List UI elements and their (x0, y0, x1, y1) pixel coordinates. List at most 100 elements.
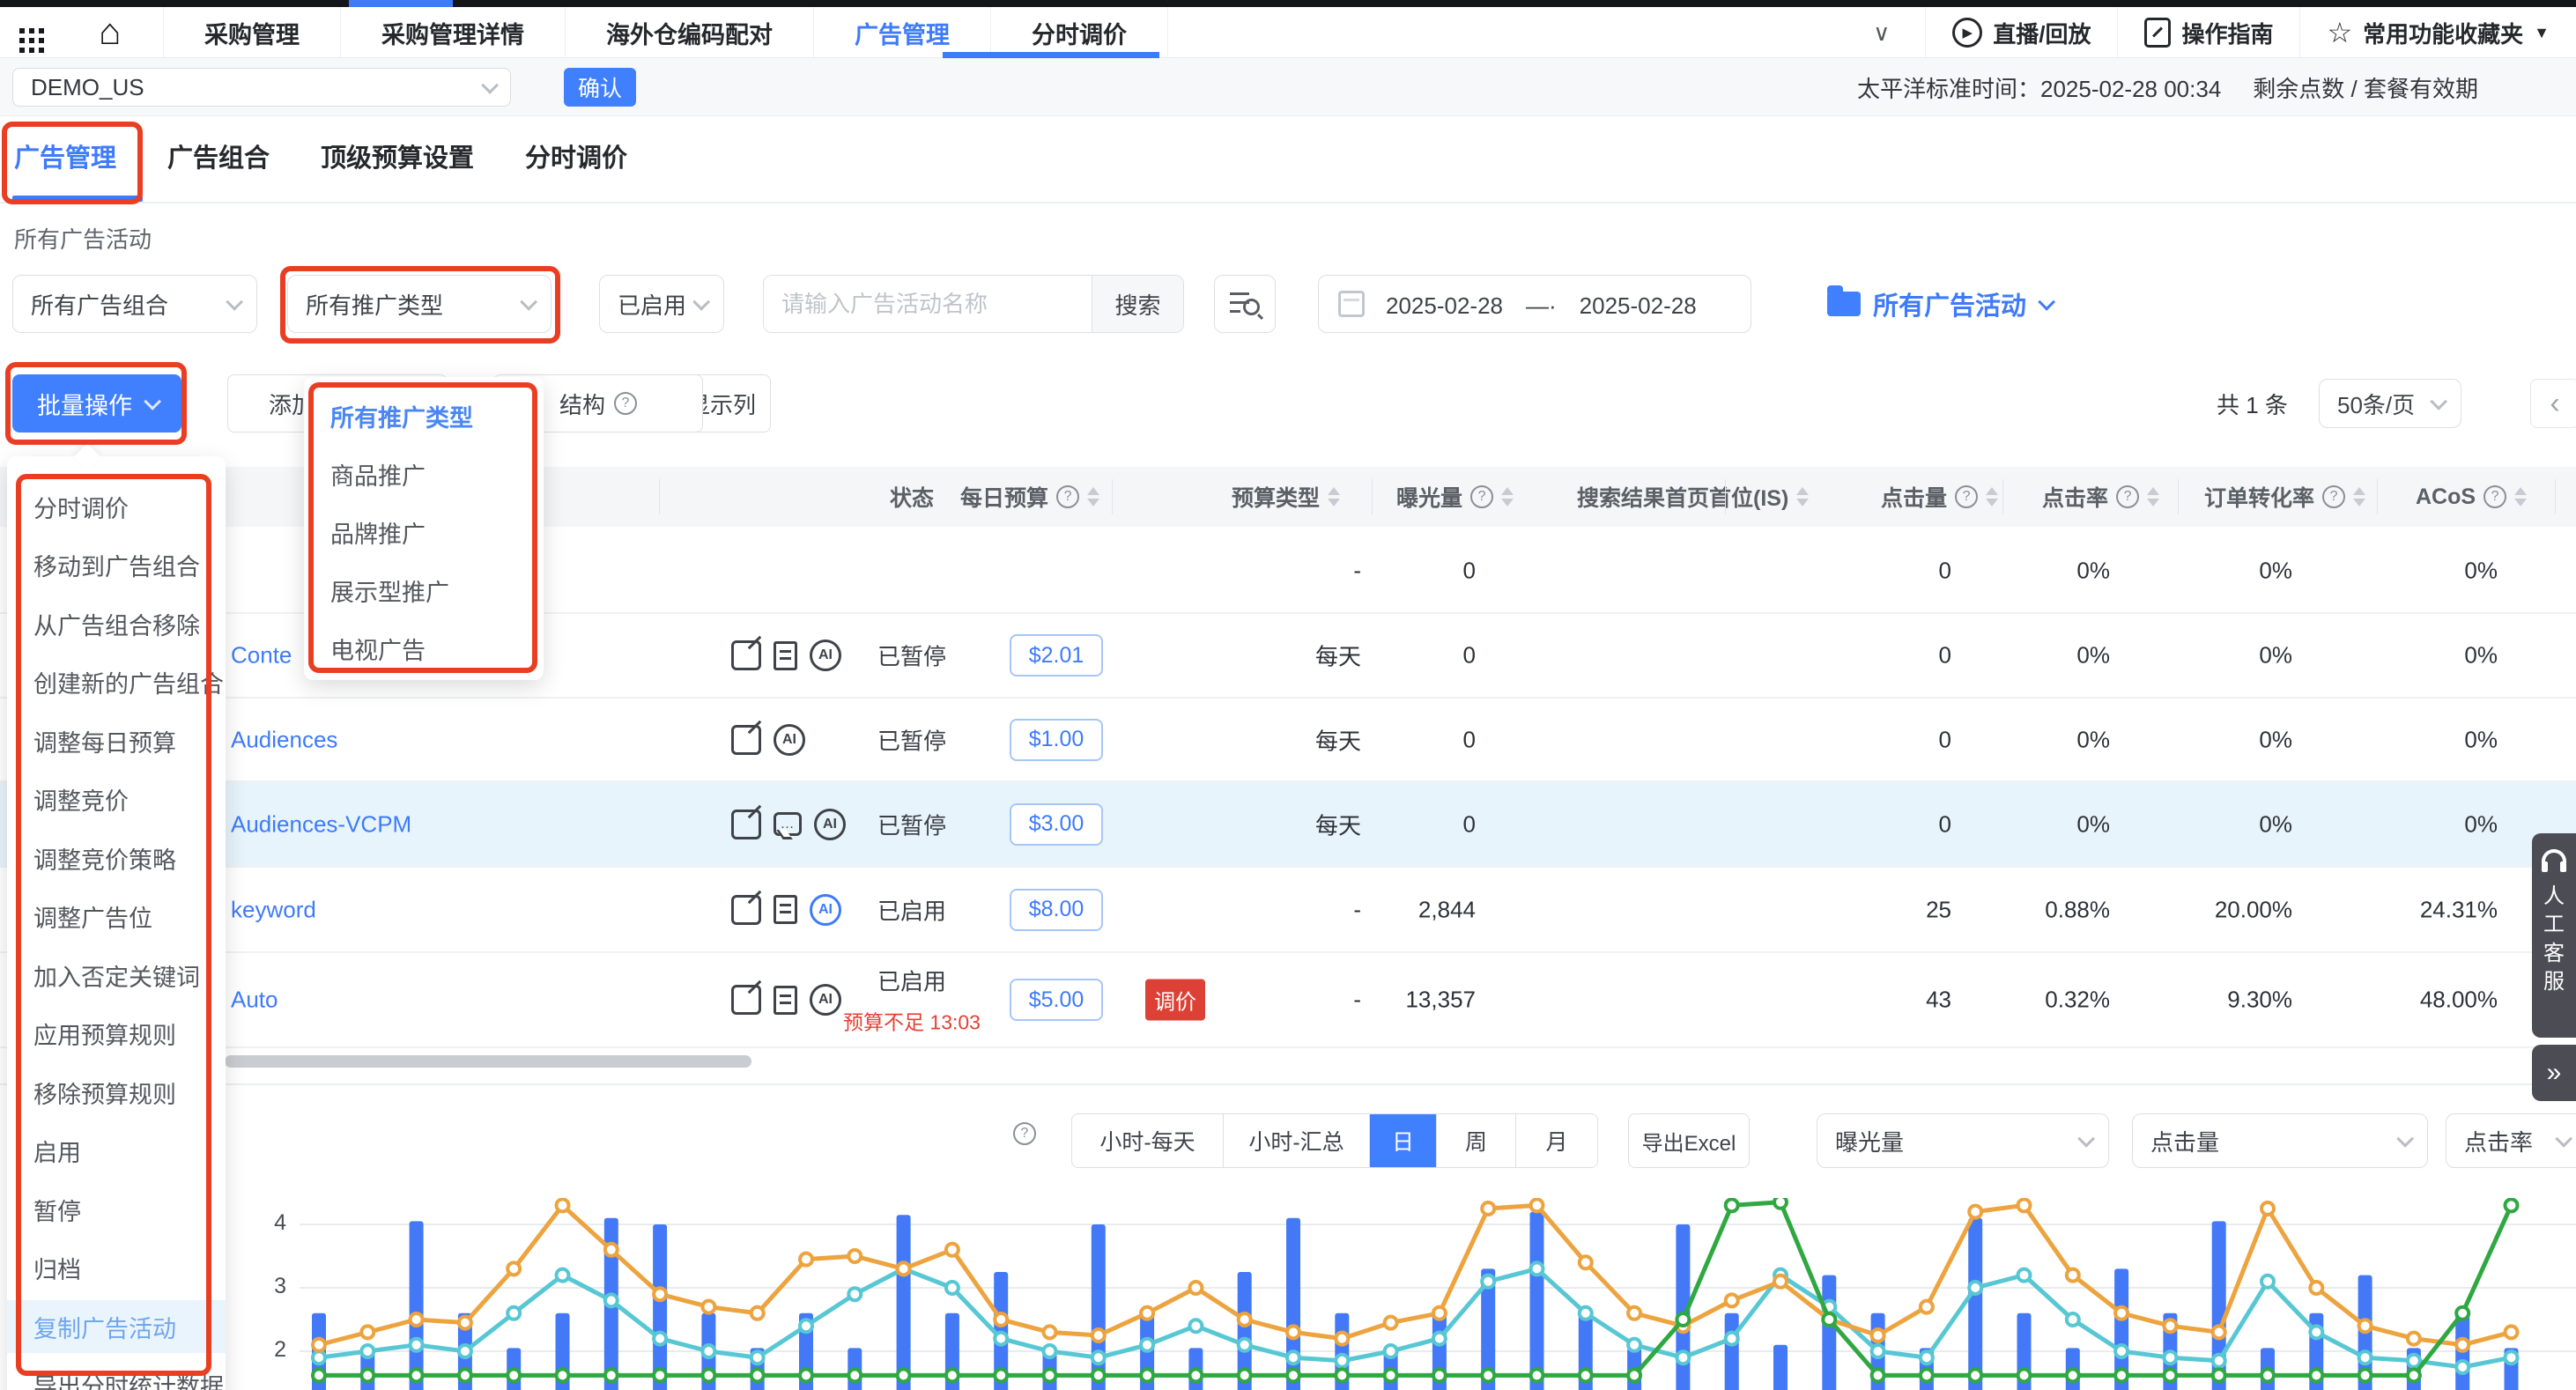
daily-budget-value[interactable]: $8.00 (1010, 889, 1103, 931)
prev-page-button[interactable]: ‹ (2530, 379, 2576, 428)
comment-icon[interactable]: … (774, 812, 802, 836)
doc-icon[interactable] (774, 895, 797, 924)
confirm-button[interactable]: 确认 (564, 68, 636, 107)
doc-icon[interactable] (774, 986, 797, 1015)
dropdown-item-商品推广[interactable]: 商品推广 (330, 455, 426, 493)
advanced-search-button[interactable] (1214, 275, 1276, 333)
range-tab-小时-每天[interactable]: 小时-每天 (1072, 1114, 1224, 1167)
campaign-name-link[interactable]: Audiences (231, 726, 337, 753)
campaign-name-link[interactable]: keyword (231, 896, 316, 923)
edit-icon[interactable] (731, 810, 761, 839)
nav-tab-采购管理[interactable]: 采购管理 (163, 7, 341, 58)
menu-item-调整每日预算[interactable]: 调整每日预算 (7, 714, 226, 767)
menu-item-调整竞价策略[interactable]: 调整竞价策略 (7, 832, 226, 884)
horizontal-scrollbar[interactable] (225, 1055, 751, 1068)
sort-arrows[interactable] (1796, 487, 1809, 506)
menu-item-归档[interactable]: 归档 (7, 1242, 226, 1295)
ai-icon[interactable]: AI (774, 724, 805, 756)
column-header-预算类型[interactable]: 预算类型 (1232, 467, 1340, 527)
dropdown-item-所有推广类型[interactable]: 所有推广类型 (330, 396, 473, 435)
help-icon[interactable]: ? (1056, 485, 1079, 508)
date-range-picker[interactable]: 2025-02-28 —· 2025-02-28 (1318, 275, 1751, 333)
range-tab-日[interactable]: 日 (1370, 1114, 1437, 1167)
ai-icon[interactable]: AI (810, 894, 841, 926)
sort-arrows[interactable] (1501, 487, 1514, 506)
menu-item-应用预算规则[interactable]: 应用预算规则 (7, 1008, 226, 1061)
column-header-每日预算[interactable]: 每日预算? (960, 467, 1099, 527)
tab-分时调价[interactable]: 分时调价 (525, 137, 627, 174)
campaign-scope-link[interactable]: 所有广告活动 (1827, 275, 2051, 333)
apps-grid-icon[interactable] (19, 28, 25, 33)
menu-item-导出分时统计数据[interactable]: 导出分时统计数据 (7, 1359, 226, 1390)
collapse-chevron-icon[interactable]: ∨ (1873, 19, 1890, 47)
page-size-select[interactable]: 50条/页 (2319, 379, 2461, 428)
dropdown-item-品牌推广[interactable]: 品牌推广 (330, 513, 426, 551)
campaign-search-input[interactable] (764, 277, 1092, 330)
search-button[interactable]: 搜索 (1092, 275, 1183, 333)
promotion-type-select[interactable]: 所有推广类型 (287, 275, 551, 333)
help-icon[interactable]: ? (1470, 485, 1493, 508)
menu-item-创建新的广告组合[interactable]: 创建新的广告组合 (7, 656, 226, 709)
export-excel-button[interactable]: 导出Excel (1628, 1113, 1750, 1168)
column-header-点击率[interactable]: 点击率? (2042, 467, 2159, 527)
menu-item-分时调价[interactable]: 分时调价 (7, 480, 226, 533)
ai-icon[interactable]: AI (810, 640, 841, 671)
menu-item-移动到广告组合[interactable]: 移动到广告组合 (7, 539, 226, 592)
campaign-name-link[interactable]: Conte (231, 642, 292, 669)
metric-select-点击量[interactable]: 点击量 (2132, 1113, 2428, 1168)
sort-arrows[interactable] (2147, 487, 2159, 506)
edit-icon[interactable] (731, 640, 761, 670)
menu-item-调整竞价[interactable]: 调整竞价 (7, 773, 226, 826)
sort-arrows[interactable] (2514, 487, 2527, 506)
menu-item-加入否定关键词[interactable]: 加入否定关键词 (7, 949, 226, 1002)
daily-budget-value[interactable]: $2.01 (1010, 634, 1103, 677)
chart-help-icon[interactable]: ? (1013, 1122, 1036, 1145)
column-header-曝光量[interactable]: 曝光量? (1396, 467, 1514, 527)
daily-budget-value[interactable]: $1.00 (1010, 719, 1103, 761)
bulk-actions-button[interactable]: 批量操作 (12, 374, 181, 433)
tab-广告组合[interactable]: 广告组合 (167, 137, 270, 174)
menu-item-调整广告位[interactable]: 调整广告位 (7, 891, 226, 943)
column-header-点击量[interactable]: 点击量? (1881, 467, 1998, 527)
column-header-搜索结果首页首位(IS)[interactable]: 搜索结果首页首位(IS) (1577, 467, 1809, 527)
help-icon[interactable]: ? (2322, 485, 2345, 508)
range-tab-月[interactable]: 月 (1516, 1114, 1597, 1167)
edit-icon[interactable] (731, 985, 761, 1015)
account-select[interactable]: DEMO_US (12, 68, 511, 107)
help-icon[interactable]: ? (2483, 485, 2506, 508)
menu-item-暂停[interactable]: 暂停 (7, 1183, 226, 1236)
doc-icon[interactable] (774, 641, 797, 670)
sort-arrows[interactable] (1087, 487, 1099, 506)
menu-item-复制广告活动[interactable]: 复制广告活动 (7, 1300, 226, 1353)
range-tab-小时-汇总[interactable]: 小时-汇总 (1224, 1114, 1370, 1167)
column-header-ACoS[interactable]: ACoS? (2416, 467, 2527, 527)
help-icon[interactable]: ? (2116, 485, 2139, 508)
daily-budget-value[interactable]: $5.00 (1010, 979, 1103, 1021)
metric-select-曝光量[interactable]: 曝光量 (1817, 1113, 2109, 1168)
nav-tab-采购管理详情[interactable]: 采购管理详情 (341, 7, 566, 58)
home-icon[interactable]: ⌂ (99, 11, 121, 53)
nav-item-直播/回放[interactable]: ▶直播/回放 (1925, 7, 2117, 58)
nav-tab-分时调价[interactable]: 分时调价 (991, 7, 1168, 58)
help-icon[interactable]: ? (1955, 485, 1978, 508)
dropdown-item-展示型推广[interactable]: 展示型推广 (330, 571, 449, 610)
daily-budget-value[interactable]: $3.00 (1010, 803, 1103, 846)
tab-广告管理[interactable]: 广告管理 (14, 137, 116, 174)
column-header-订单转化率[interactable]: 订单转化率? (2204, 467, 2365, 527)
menu-item-移除预算规则[interactable]: 移除预算规则 (7, 1066, 226, 1119)
campaign-name-link[interactable]: Auto (231, 987, 278, 1014)
portfolio-select[interactable]: 所有广告组合 (12, 275, 257, 333)
menu-item-启用[interactable]: 启用 (7, 1125, 226, 1178)
menu-item-从广告组合移除[interactable]: 从广告组合移除 (7, 597, 226, 650)
tab-顶级预算设置[interactable]: 顶级预算设置 (321, 137, 474, 174)
sort-arrows[interactable] (1986, 487, 1998, 506)
campaign-name-link[interactable]: Audiences-VCPM (231, 810, 411, 838)
edit-icon[interactable] (731, 895, 761, 925)
support-widget[interactable]: 人工客服 (2532, 833, 2576, 1038)
status-select[interactable]: 已启用 (599, 275, 724, 333)
nav-tab-海外仓编码配对[interactable]: 海外仓编码配对 (566, 7, 814, 58)
nav-tab-广告管理[interactable]: 广告管理 (814, 7, 991, 58)
edit-icon[interactable] (731, 725, 761, 755)
ai-icon[interactable]: AI (810, 984, 841, 1016)
nav-item-常用功能收藏夹[interactable]: ☆常用功能收藏夹▼ (2299, 7, 2576, 58)
